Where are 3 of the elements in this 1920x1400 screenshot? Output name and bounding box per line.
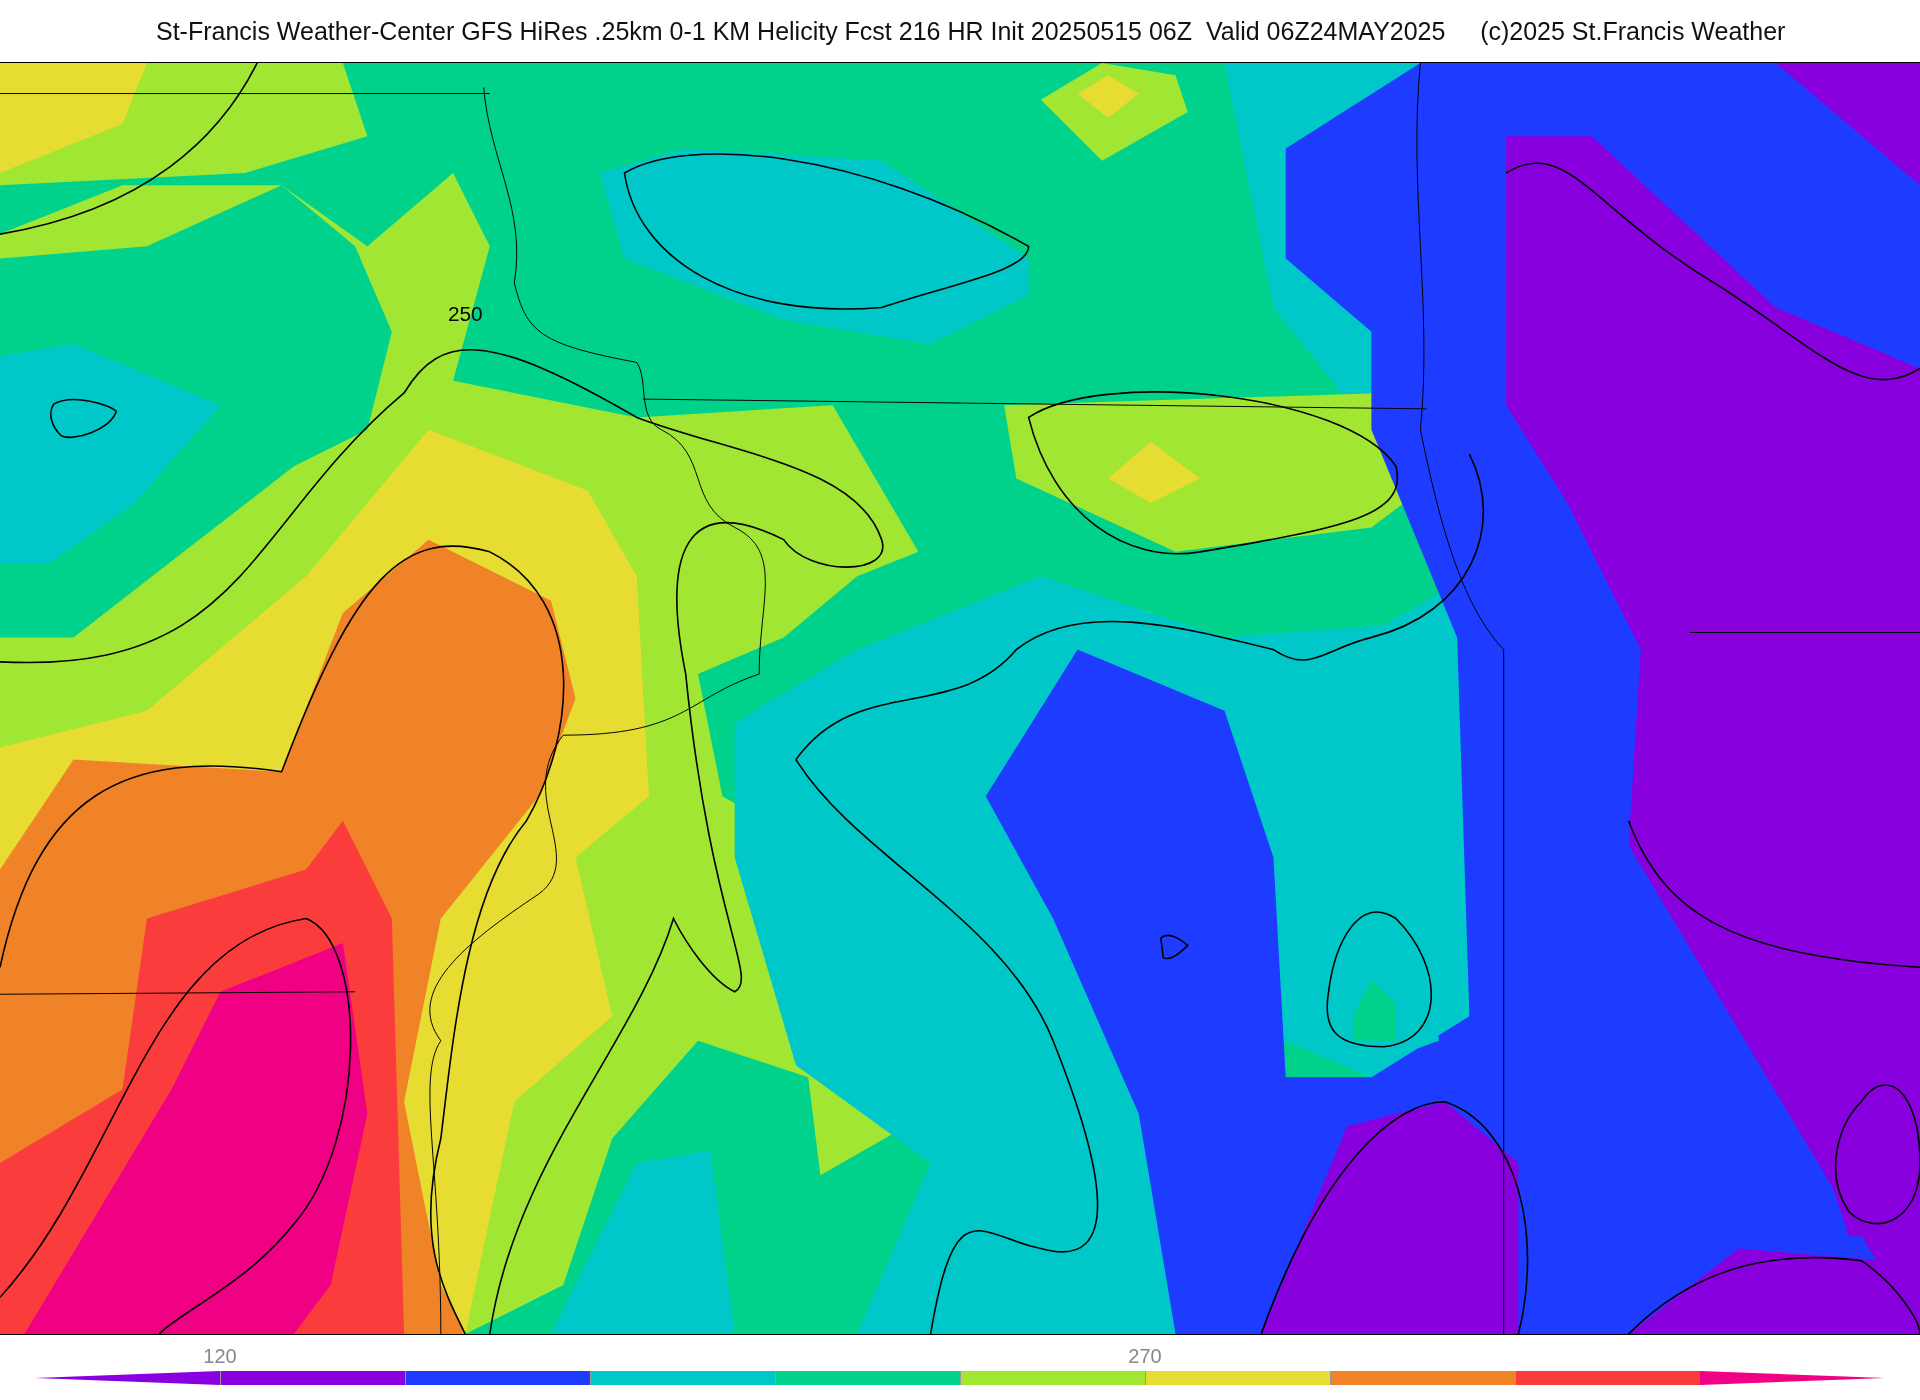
scale-label: 120 bbox=[203, 1345, 237, 1368]
scale-label: 270 bbox=[1128, 1345, 1162, 1368]
map-title: St-Francis Weather-Center GFS HiRes .25km 0-1 KM Helicity Fcst 216 HR Init 20250515 06Z Valid 06Z24MAY2025 (c)2025 St.Francis Weather bbox=[156, 16, 1786, 46]
